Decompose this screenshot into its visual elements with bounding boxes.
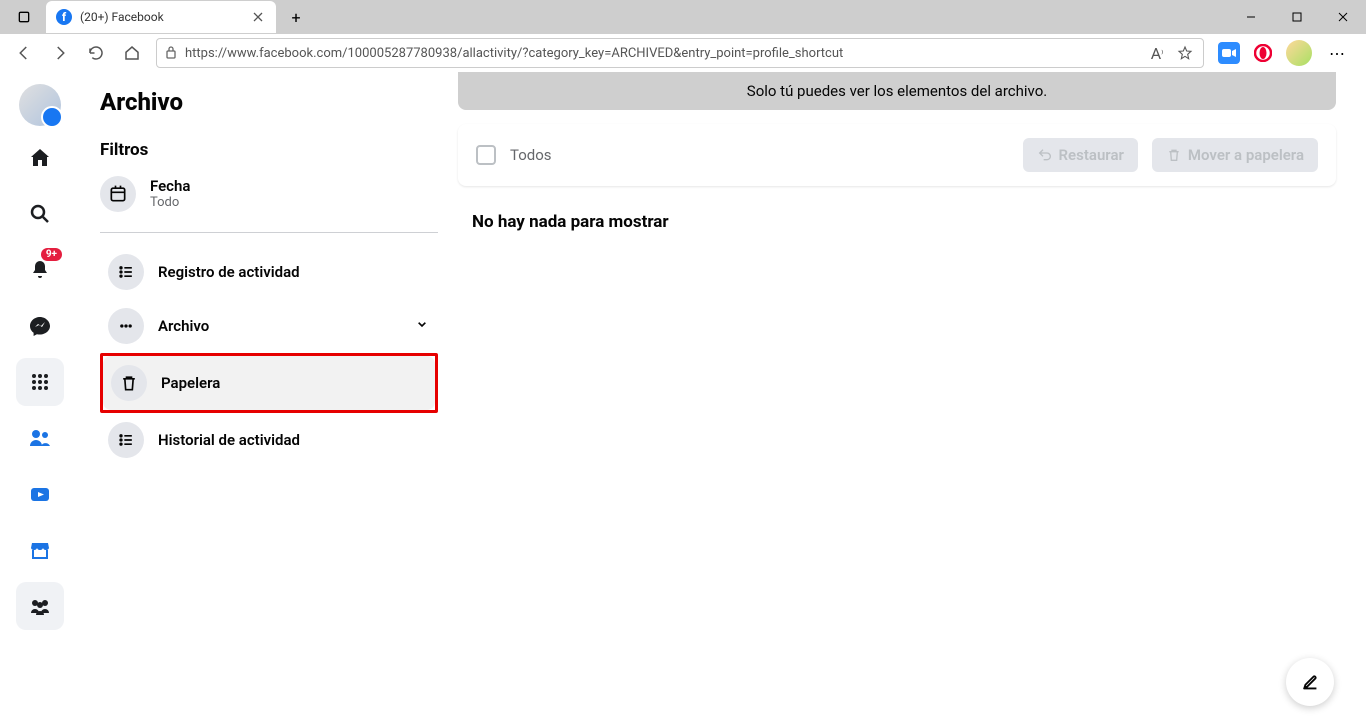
- home-button[interactable]: [116, 37, 148, 69]
- back-button[interactable]: [8, 37, 40, 69]
- undo-icon: [1037, 147, 1053, 163]
- read-aloud-icon[interactable]: A⁾: [1147, 43, 1167, 63]
- select-all-label: Todos: [510, 146, 552, 164]
- restore-label: Restaurar: [1059, 146, 1124, 164]
- profile-avatar-icon[interactable]: [1286, 40, 1312, 66]
- tab-close-button[interactable]: [250, 9, 266, 25]
- sidebar-title: Archivo: [100, 88, 438, 116]
- window-close[interactable]: [1320, 1, 1366, 33]
- marketplace-icon[interactable]: [16, 526, 64, 574]
- list-icon: [108, 422, 144, 458]
- browser-tab[interactable]: f (20+) Facebook: [46, 1, 276, 33]
- menu-grid-icon[interactable]: [16, 358, 64, 406]
- action-bar: Todos Restaurar Mover a papelera: [458, 124, 1336, 186]
- window-controls: [1228, 1, 1366, 33]
- profile-avatar[interactable]: [19, 84, 61, 126]
- facebook-app: 9+ Archivo Filtros Fecha Todo Registro d…: [0, 72, 1366, 728]
- trash-icon: [111, 365, 147, 401]
- new-tab-button[interactable]: +: [282, 3, 310, 31]
- empty-message: No hay nada para mostrar: [458, 186, 1336, 258]
- filter-date-label: Fecha: [150, 177, 190, 195]
- address-bar[interactable]: https://www.facebook.com/100005287780938…: [156, 38, 1204, 68]
- nav-activity-history[interactable]: Historial de actividad: [100, 413, 438, 467]
- notifications-icon[interactable]: 9+: [16, 246, 64, 294]
- watch-icon[interactable]: [16, 470, 64, 518]
- nav-archive[interactable]: Archivo: [100, 299, 438, 353]
- calendar-icon: [100, 176, 136, 212]
- move-trash-button: Mover a papelera: [1152, 138, 1318, 172]
- zoom-ext-icon[interactable]: [1218, 42, 1240, 64]
- groups-icon[interactable]: [16, 582, 64, 630]
- compose-fab[interactable]: [1286, 658, 1334, 706]
- dots-icon: [108, 308, 144, 344]
- browser-chrome: f (20+) Facebook + https://www.facebook.…: [0, 0, 1366, 72]
- nav-trash-label: Papelera: [161, 374, 220, 392]
- list-icon: [108, 254, 144, 290]
- browser-nav-bar: https://www.facebook.com/100005287780938…: [0, 34, 1366, 72]
- left-rail: 9+: [0, 72, 80, 728]
- tab-actions-button[interactable]: [8, 3, 40, 31]
- browser-more-button[interactable]: ⋯: [1324, 44, 1352, 63]
- select-all-checkbox[interactable]: [476, 145, 496, 165]
- friends-icon[interactable]: [16, 414, 64, 462]
- filter-date[interactable]: Fecha Todo: [100, 170, 438, 226]
- nav-activity-log-label: Registro de actividad: [158, 263, 300, 281]
- window-maximize[interactable]: [1274, 1, 1320, 33]
- opera-ext-icon[interactable]: [1252, 42, 1274, 64]
- facebook-favicon: f: [56, 9, 72, 25]
- restore-button: Restaurar: [1023, 138, 1138, 172]
- tab-bar: f (20+) Facebook +: [0, 0, 1366, 34]
- sidebar: Archivo Filtros Fecha Todo Registro de a…: [80, 72, 450, 728]
- home-icon[interactable]: [16, 134, 64, 182]
- extension-icons: ⋯: [1212, 40, 1358, 66]
- nav-trash[interactable]: Papelera: [103, 356, 435, 410]
- forward-button[interactable]: [44, 37, 76, 69]
- nav-archive-label: Archivo: [158, 317, 209, 335]
- url-text: https://www.facebook.com/100005287780938…: [185, 46, 1139, 61]
- nav-activity-log[interactable]: Registro de actividad: [100, 245, 438, 299]
- filters-heading: Filtros: [100, 140, 438, 160]
- highlight-annotation: Papelera: [100, 353, 438, 413]
- search-icon[interactable]: [16, 190, 64, 238]
- nav-activity-history-label: Historial de actividad: [158, 431, 300, 449]
- filter-date-sub: Todo: [150, 195, 190, 211]
- lock-icon: [165, 44, 177, 63]
- refresh-button[interactable]: [80, 37, 112, 69]
- divider: [100, 232, 438, 233]
- trash-icon: [1166, 147, 1182, 163]
- sidebar-nav: Registro de actividad Archivo Papelera H…: [100, 245, 438, 467]
- window-minimize[interactable]: [1228, 1, 1274, 33]
- notice-bar: Solo tú puedes ver los elementos del arc…: [458, 72, 1336, 110]
- chevron-down-icon: [414, 316, 430, 336]
- move-trash-label: Mover a papelera: [1188, 146, 1304, 164]
- tab-title: (20+) Facebook: [80, 10, 242, 24]
- favorite-icon[interactable]: [1175, 43, 1195, 63]
- main-content: Solo tú puedes ver los elementos del arc…: [450, 72, 1366, 728]
- notification-badge: 9+: [41, 248, 62, 261]
- messenger-icon[interactable]: [16, 302, 64, 350]
